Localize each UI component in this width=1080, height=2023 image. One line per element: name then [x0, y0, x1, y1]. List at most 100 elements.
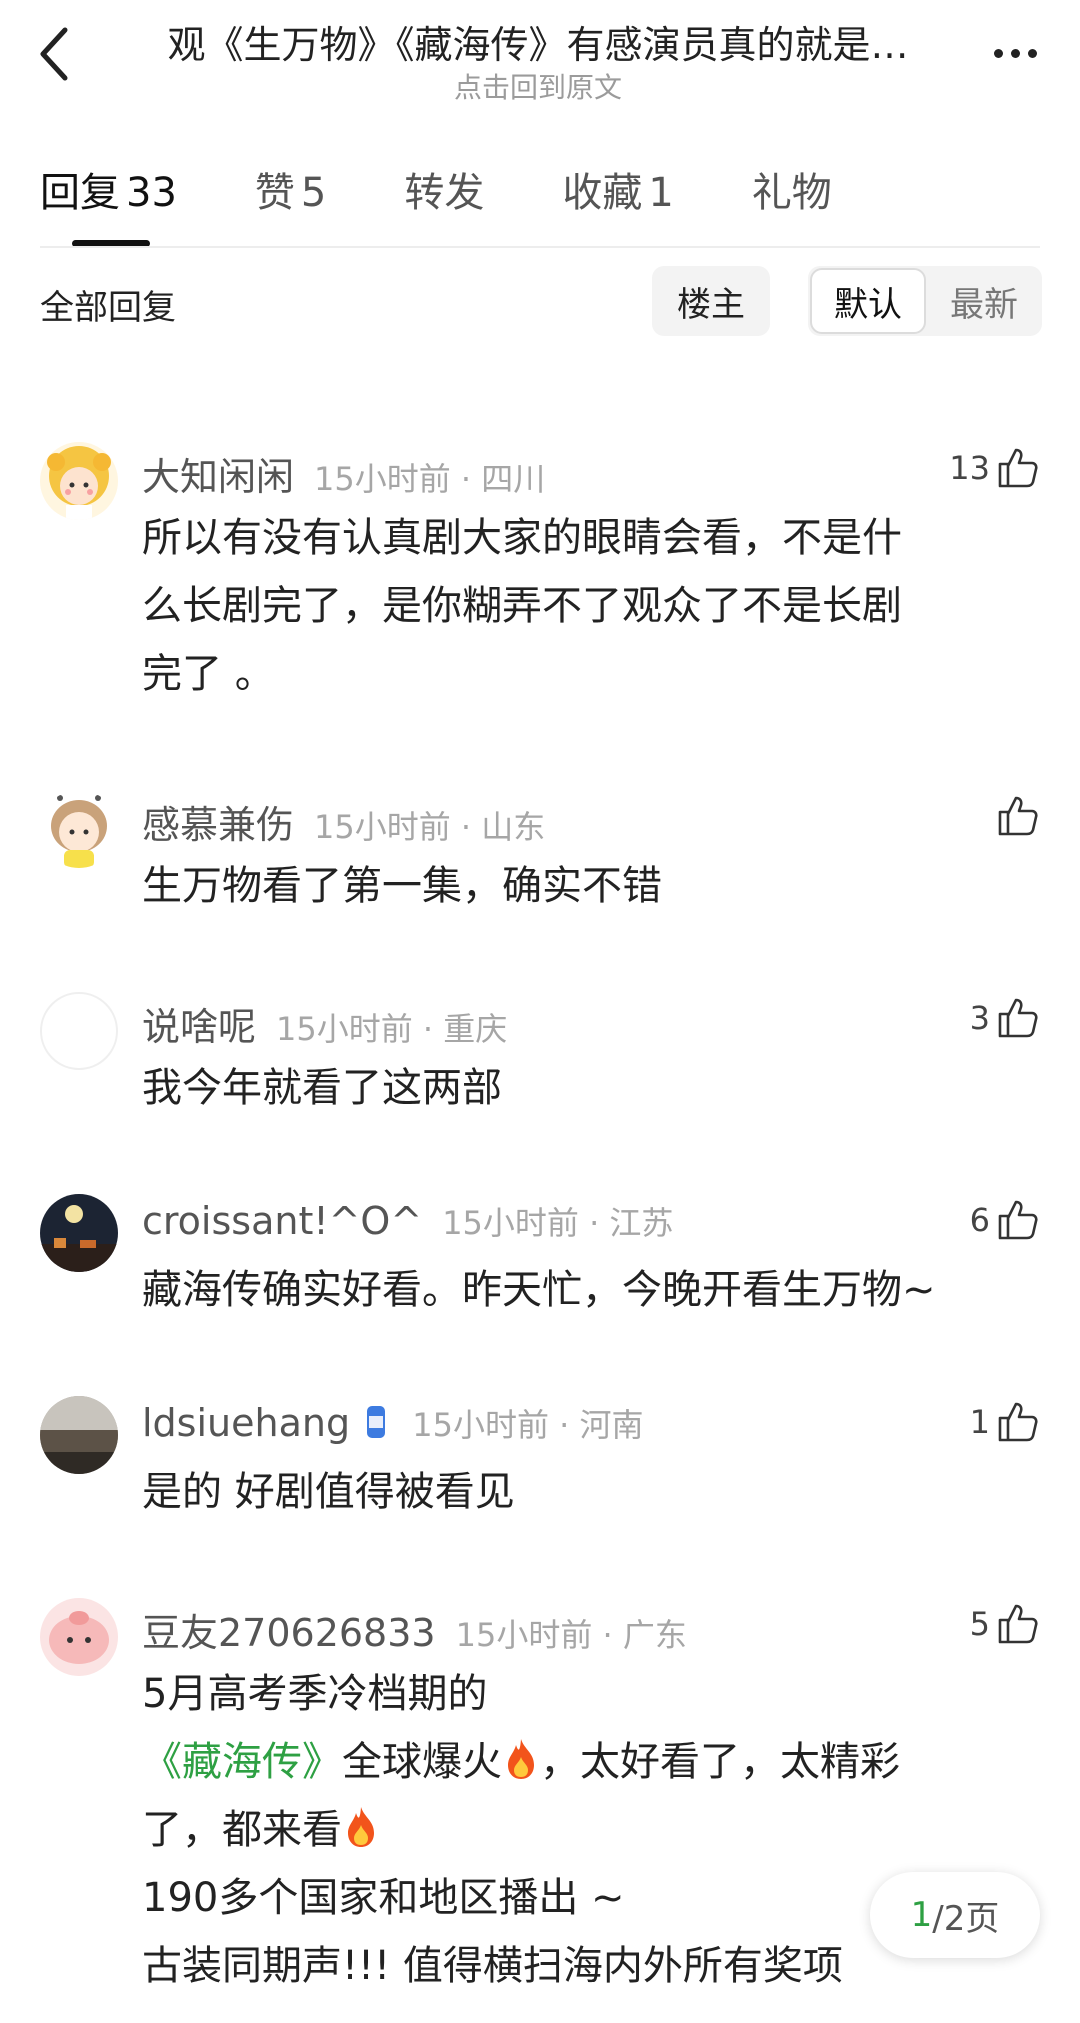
tab-label: 赞: [254, 170, 295, 216]
comment-meta: 豆友270626833 15小时前 · 广东: [142, 1602, 687, 1657]
text-line: 《藏海传》全球爆火 ，太好看了，太精彩: [142, 1728, 1022, 1796]
tab-favorites[interactable]: 收藏 1: [562, 160, 673, 250]
fire-emoji-icon: [348, 1807, 374, 1847]
text-line: 藏海传确实好看。昨天忙，今晚开看生万物~: [142, 1267, 936, 1313]
comment-meta: ldsiuehang 15小时前 · 河南: [142, 1400, 644, 1446]
text-line: 是的 好剧值得被看见: [142, 1469, 515, 1515]
timestamp-location: 15小时前 · 河南: [412, 1406, 644, 1444]
tab-label: 收藏: [562, 170, 643, 216]
avatar-cartoon-character-icon: [40, 790, 118, 868]
username[interactable]: 豆友270626833: [142, 1611, 436, 1655]
avatar[interactable]: [40, 992, 118, 1070]
avatar[interactable]: [40, 1598, 118, 1676]
sort-latest-button[interactable]: 最新: [928, 268, 1040, 334]
avatar[interactable]: [40, 790, 118, 868]
all-replies-label: 全部回复: [40, 288, 176, 328]
divider: [40, 246, 1040, 248]
tab-bar: 回复 33 赞5 转发 收藏 1 礼物: [40, 160, 910, 250]
chevron-left-icon: [40, 27, 68, 81]
like-count: 3: [969, 999, 990, 1037]
like-count: 6: [969, 1201, 990, 1239]
comment-meta: 说啥呢 15小时前 · 重庆: [142, 996, 507, 1051]
like-count: 13: [949, 449, 990, 487]
text-line: 5月高考季冷档期的: [142, 1671, 488, 1717]
like-button[interactable]: 1: [970, 1400, 1040, 1444]
avatar-landscape-icon: [40, 1396, 118, 1474]
tab-reposts[interactable]: 转发: [404, 160, 484, 250]
timestamp-location: 15小时前 · 重庆: [276, 1010, 508, 1048]
timestamp-location: 15小时前 · 四川: [314, 460, 546, 498]
comment-meta: 大知闲闲 15小时前 · 四川: [142, 446, 545, 501]
thumbs-up-icon: [998, 1200, 1038, 1240]
username[interactable]: 说啥呢: [142, 1005, 256, 1049]
text-line: 我今年就看了这两部: [142, 1065, 502, 1111]
thumbs-up-icon: [998, 1402, 1038, 1442]
comment-meta: 感慕兼伤 15小时前 · 山东: [142, 794, 545, 849]
text-line: 么长剧完了，是你糊弄不了观众了不是长剧: [142, 583, 902, 629]
avatar[interactable]: [40, 442, 118, 520]
remnant-glyphs: ▔▔▔▔: [150, 328, 271, 350]
fire-emoji-icon: [508, 1739, 534, 1779]
tab-likes[interactable]: 赞5: [255, 160, 326, 250]
thumbs-up-icon: [998, 998, 1038, 1038]
comment-meta: croissant!^O^ 15小时前 · 江苏: [142, 1198, 673, 1244]
sort-default-button[interactable]: 默认: [810, 268, 926, 334]
drama-link[interactable]: 《藏海传》: [142, 1739, 342, 1785]
like-button[interactable]: 5: [970, 1602, 1040, 1646]
like-button[interactable]: 6: [970, 1198, 1040, 1242]
text-segment: ，太好看了，太精彩: [540, 1739, 900, 1785]
like-button[interactable]: 13: [949, 446, 1040, 490]
tab-gifts[interactable]: 礼物: [752, 160, 832, 250]
comment-text: 我今年就看了这两部: [142, 1054, 1022, 1122]
text-line: 生万物看了第一集，确实不错: [142, 863, 662, 909]
text-line: 所以有没有认真剧大家的眼睛会看，不是什: [142, 515, 902, 561]
tab-label: 回复: [40, 170, 120, 216]
avatar-night-scene-icon: [40, 1194, 118, 1272]
tab-count: 1: [648, 170, 674, 216]
back-button[interactable]: [30, 22, 78, 86]
username[interactable]: croissant!^O^: [142, 1199, 422, 1243]
page-indicator[interactable]: 1/2页: [870, 1872, 1040, 1958]
timestamp-location: 15小时前 · 江苏: [442, 1204, 674, 1242]
timestamp-location: 15小时前 · 广东: [455, 1616, 687, 1654]
tab-count: 5: [300, 170, 327, 216]
tab-label: 转发: [404, 170, 485, 216]
avatar[interactable]: [40, 1194, 118, 1272]
like-button[interactable]: 3: [970, 996, 1040, 1040]
thumbs-up-icon: [998, 1604, 1038, 1644]
text-segment: 全球爆火: [342, 1739, 502, 1785]
username[interactable]: ldsiuehang: [142, 1401, 350, 1445]
owner-only-button[interactable]: 楼主: [652, 266, 770, 336]
thumbs-up-icon: [998, 796, 1038, 836]
avatar[interactable]: [40, 1396, 118, 1474]
more-dot: [1027, 48, 1037, 58]
comment-text: 生万物看了第一集，确实不错: [142, 852, 1022, 920]
text-segment: 了，都来看: [142, 1807, 342, 1853]
timestamp-location: 15小时前 · 山东: [314, 808, 546, 846]
username[interactable]: 大知闲闲: [142, 455, 294, 499]
thumbs-up-icon: [998, 448, 1038, 488]
text-line: 了，都来看: [142, 1796, 1022, 1864]
comment-text: 所以有没有认真剧大家的眼睛会看，不是什 么长剧完了，是你糊弄不了观众了不是长剧 …: [142, 504, 1022, 708]
can-badge-icon: [367, 1406, 386, 1438]
like-count: 5: [969, 1605, 990, 1643]
comment-text: 藏海传确实好看。昨天忙，今晚开看生万物~: [142, 1256, 1022, 1324]
more-dot: [1010, 48, 1020, 58]
comment-text: 是的 好剧值得被看见: [142, 1458, 1022, 1526]
top-bar: 观《生万物》《藏海传》有感演员真的就是… 点击回到原文: [0, 0, 1080, 110]
post-title[interactable]: 观《生万物》《藏海传》有感演员真的就是…: [118, 14, 958, 69]
tab-count: 33: [126, 170, 177, 216]
sort-toggle: 默认 最新: [808, 266, 1042, 336]
username[interactable]: 感慕兼伤: [142, 803, 294, 847]
avatar-cartoon-girl-icon: [40, 442, 118, 520]
more-options-button[interactable]: [980, 28, 1050, 78]
scrolled-content-remnant: ▔▔▔▔: [150, 328, 350, 350]
text-line: 完了 。: [142, 651, 275, 697]
like-count: 1: [969, 1403, 990, 1441]
like-button[interactable]: [996, 794, 1040, 838]
tab-replies[interactable]: 回复 33: [40, 160, 177, 250]
tab-label: 礼物: [751, 170, 832, 216]
more-dots-icon: [993, 48, 1003, 58]
avatar-pink-blob-icon: [40, 1598, 118, 1676]
back-to-original-link[interactable]: 点击回到原文: [118, 66, 958, 106]
